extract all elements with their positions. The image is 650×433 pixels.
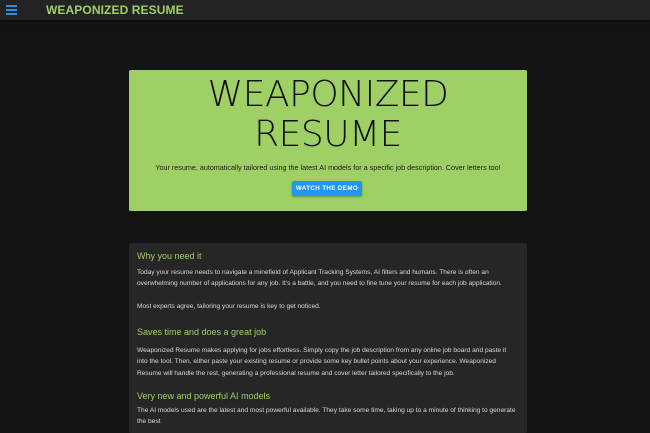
section-heading-ai-models: Very new and powerful AI models (137, 391, 271, 401)
hero-banner: WEAPONIZED RESUME Your resume, automatic… (129, 70, 527, 211)
app-title[interactable]: WEAPONIZED RESUME (46, 3, 184, 17)
section-why-paragraph-1: Today your resume needs to navigate a mi… (137, 269, 502, 288)
top-app-bar: WEAPONIZED RESUME (0, 0, 650, 20)
section-heading-saves-time: Saves time and does a great job (137, 327, 267, 337)
hero-subtitle: Your resume, automatically tailored usin… (155, 163, 501, 172)
section-saves-time-paragraph: Weaponized Resume makes applying for job… (137, 347, 507, 377)
section-why-paragraph-2: Most experts agree, tailoring your resum… (137, 303, 321, 310)
hero-title-line-1: WEAPONIZED (207, 74, 449, 115)
info-card: Why you need it Today your resume needs … (129, 243, 527, 433)
section-heading-why: Why you need it (137, 251, 202, 261)
hero-title: WEAPONIZED RESUME (129, 75, 527, 155)
menu-icon[interactable] (6, 5, 17, 15)
section-ai-models-paragraph: The AI models used are the latest and mo… (137, 407, 516, 426)
watch-demo-button[interactable]: WATCH THE DEMO (292, 181, 362, 196)
hero-title-line-2: RESUME (254, 114, 402, 155)
